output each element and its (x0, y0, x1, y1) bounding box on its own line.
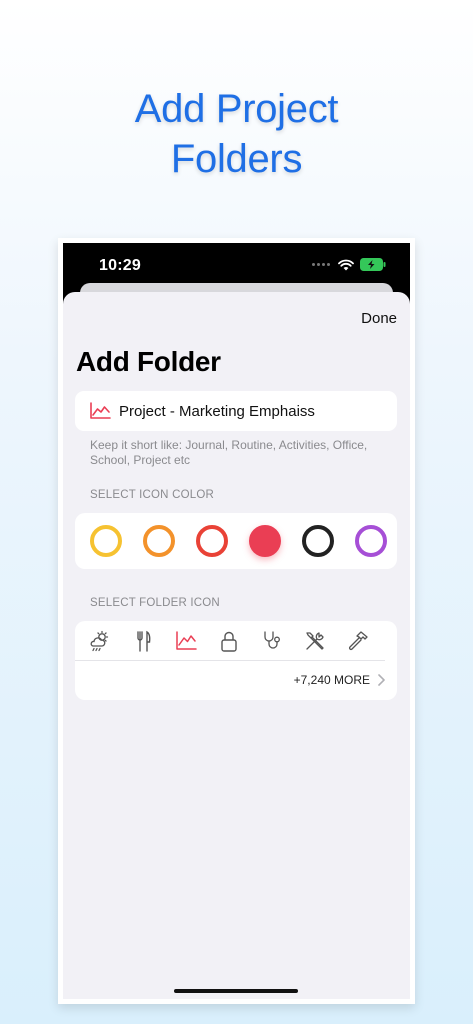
stethoscope-icon[interactable] (260, 629, 284, 653)
page-title: Add Folder (76, 346, 221, 377)
lock-icon[interactable] (217, 629, 241, 653)
color-swatch-red[interactable] (196, 525, 228, 557)
folder-icon-label: SELECT FOLDER ICON (90, 597, 220, 609)
icon-row (75, 629, 397, 653)
color-swatch-black[interactable] (302, 525, 334, 557)
color-swatch-pink-red-selected[interactable] (249, 525, 281, 557)
weather-icon[interactable] (88, 629, 112, 653)
tools-icon[interactable] (303, 629, 327, 653)
folder-name-input[interactable] (119, 402, 379, 420)
chart-line-icon (90, 402, 111, 419)
color-swatch-yellow[interactable] (90, 525, 122, 557)
signal-dots-icon (312, 263, 330, 266)
chart-line-icon[interactable] (174, 629, 198, 653)
status-icons (312, 258, 386, 271)
chevron-right-icon (378, 674, 385, 686)
color-swatch-orange[interactable] (143, 525, 175, 557)
color-swatch-purple[interactable] (355, 525, 387, 557)
hammer-icon[interactable] (346, 629, 370, 653)
more-icons-button[interactable]: +7,240 MORE (294, 673, 385, 687)
status-time: 10:29 (99, 257, 141, 274)
done-button[interactable]: Done (361, 310, 397, 327)
more-icons-label: +7,240 MORE (293, 673, 370, 687)
icon-picker: +7,240 MORE (75, 621, 397, 700)
wifi-icon (338, 259, 354, 270)
fork-knife-icon[interactable] (131, 629, 155, 653)
home-indicator (174, 989, 298, 993)
phone-screen: 10:29 Done Add Folder Project - Marketin… (63, 243, 410, 999)
color-picker (75, 513, 397, 569)
headline-line-1: Add Project (134, 87, 339, 131)
icon-color-label: SELECT ICON COLOR (90, 489, 214, 501)
name-hint: Keep it short like: Journal, Routine, Ac… (90, 438, 368, 467)
icon-divider (75, 660, 385, 661)
battery-charging-icon (360, 258, 386, 271)
add-folder-sheet: Done Add Folder Keep it short like: Jour… (63, 292, 410, 999)
headline-line-2: Folders (170, 137, 303, 181)
folder-name-field[interactable] (75, 391, 397, 431)
headline: Add Project Folders (0, 84, 473, 184)
phone-frame: 10:29 Done Add Folder Project - Marketin… (58, 238, 415, 1004)
